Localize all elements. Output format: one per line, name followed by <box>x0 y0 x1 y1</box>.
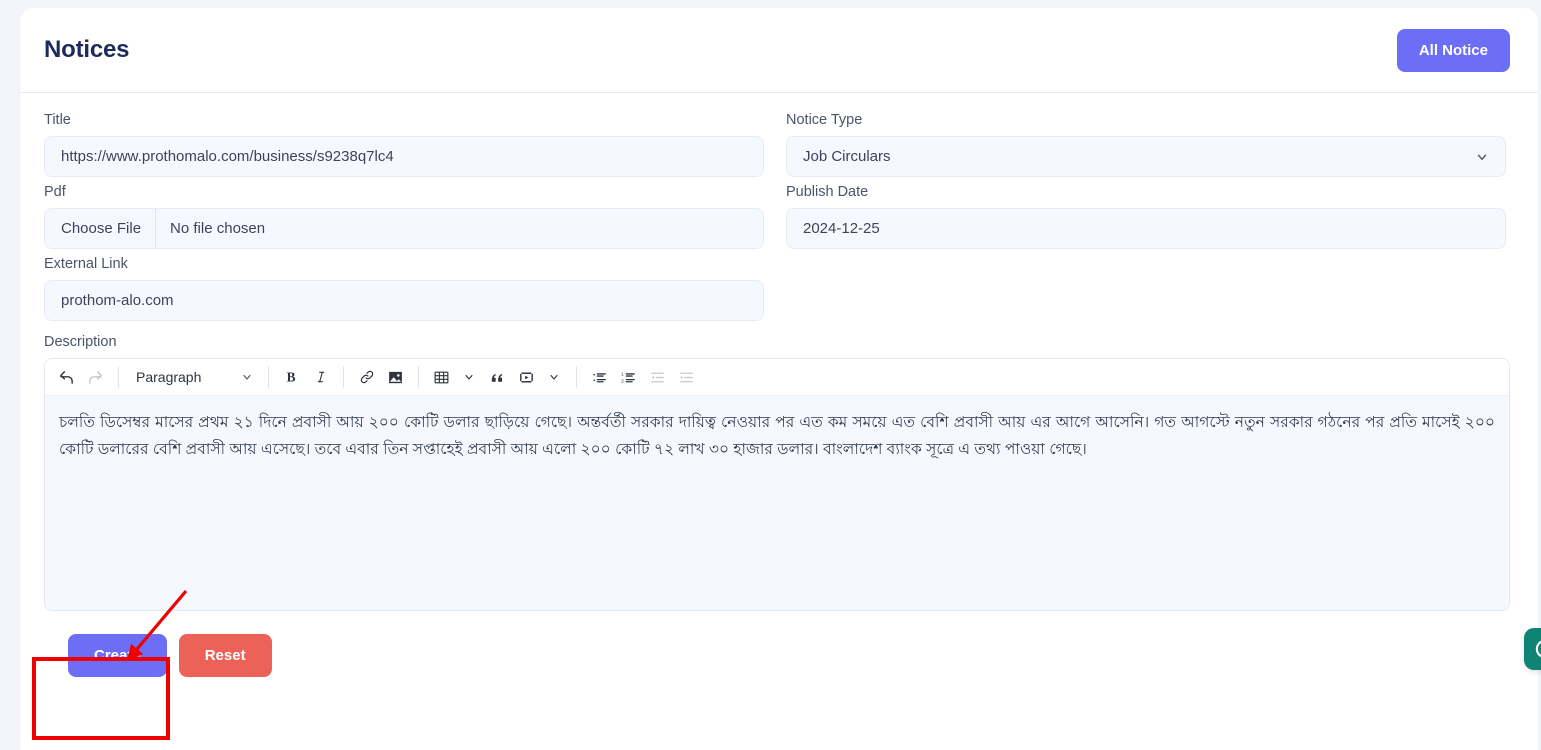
chat-widget-button[interactable] <box>1524 628 1541 670</box>
page-title: Notices <box>44 36 129 64</box>
image-icon[interactable] <box>382 364 409 391</box>
create-button[interactable]: Create <box>68 634 167 677</box>
title-field-group: Title https://www.prothomalo.com/busines… <box>44 111 764 177</box>
external-link-label: External Link <box>44 255 764 273</box>
form-row-1: Title https://www.prothomalo.com/busines… <box>44 111 1514 177</box>
table-icon[interactable] <box>428 364 455 391</box>
title-label: Title <box>44 111 764 129</box>
notice-type-select[interactable]: Job Circulars <box>786 136 1506 177</box>
chevron-down-icon[interactable] <box>455 364 482 391</box>
editor-toolbar: Paragraph B <box>45 359 1509 396</box>
external-link-input[interactable]: prothom-alo.com <box>44 280 764 321</box>
whatsapp-icon <box>1532 636 1541 662</box>
numbered-list-icon[interactable]: 12 <box>615 364 642 391</box>
toolbar-divider <box>576 366 577 388</box>
reset-button[interactable]: Reset <box>179 634 272 677</box>
form-actions: Create Reset <box>44 611 1514 677</box>
bullet-list-icon[interactable] <box>586 364 613 391</box>
indent-icon[interactable] <box>673 364 700 391</box>
form-row-2: Pdf Choose File No file chosen Publish D… <box>44 183 1514 249</box>
publish-date-field-group: Publish Date 2024-12-25 <box>786 183 1506 249</box>
toolbar-divider <box>268 366 269 388</box>
chevron-down-icon <box>1475 150 1489 164</box>
blockquote-icon[interactable] <box>484 364 511 391</box>
choose-file-button[interactable]: Choose File <box>45 209 156 248</box>
external-link-field-group: External Link prothom-alo.com <box>44 255 764 321</box>
description-label: Description <box>44 333 1514 351</box>
media-control[interactable] <box>513 364 567 391</box>
file-status-text: No file chosen <box>156 220 265 237</box>
editor-content-area[interactable]: চলতি ডিসেম্বর মাসের প্রথম ২১ দিনে প্রবাস… <box>45 396 1509 610</box>
outdent-icon[interactable] <box>644 364 671 391</box>
redo-icon[interactable] <box>82 364 109 391</box>
notice-type-value: Job Circulars <box>803 148 891 165</box>
bold-icon[interactable]: B <box>278 364 305 391</box>
description-text: চলতি ডিসেম্বর মাসের প্রথম ২১ দিনে প্রবাস… <box>59 409 1495 463</box>
all-notice-button[interactable]: All Notice <box>1397 29 1510 72</box>
italic-icon[interactable] <box>307 364 334 391</box>
toolbar-divider <box>343 366 344 388</box>
svg-text:2: 2 <box>621 378 624 384</box>
publish-date-label: Publish Date <box>786 183 1506 201</box>
form-row-3: External Link prothom-alo.com <box>44 255 1514 321</box>
card-header: Notices All Notice <box>20 8 1538 93</box>
notice-type-label: Notice Type <box>786 111 1506 129</box>
rich-text-editor: Paragraph B <box>44 358 1510 611</box>
undo-icon[interactable] <box>53 364 80 391</box>
notices-card: Notices All Notice Title https://www.pro… <box>20 8 1538 750</box>
pdf-file-input[interactable]: Choose File No file chosen <box>44 208 764 249</box>
notice-form: Title https://www.prothomalo.com/busines… <box>20 93 1538 677</box>
title-input[interactable]: https://www.prothomalo.com/business/s923… <box>44 136 764 177</box>
block-format-value: Paragraph <box>136 369 201 385</box>
notice-type-field-group: Notice Type Job Circulars <box>786 111 1506 177</box>
description-field-group: Description Paragraph <box>44 333 1514 611</box>
pdf-label: Pdf <box>44 183 764 201</box>
chevron-down-icon <box>241 371 253 383</box>
media-icon[interactable] <box>513 364 540 391</box>
toolbar-divider <box>418 366 419 388</box>
pdf-field-group: Pdf Choose File No file chosen <box>44 183 764 249</box>
svg-text:B: B <box>286 370 295 385</box>
toolbar-divider <box>118 366 119 388</box>
publish-date-input[interactable]: 2024-12-25 <box>786 208 1506 249</box>
link-icon[interactable] <box>353 364 380 391</box>
table-control[interactable] <box>428 364 482 391</box>
notices-page: Notices All Notice Title https://www.pro… <box>0 0 1541 750</box>
chevron-down-icon[interactable] <box>540 364 567 391</box>
svg-text:1: 1 <box>621 371 624 377</box>
block-format-select[interactable]: Paragraph <box>128 363 259 391</box>
